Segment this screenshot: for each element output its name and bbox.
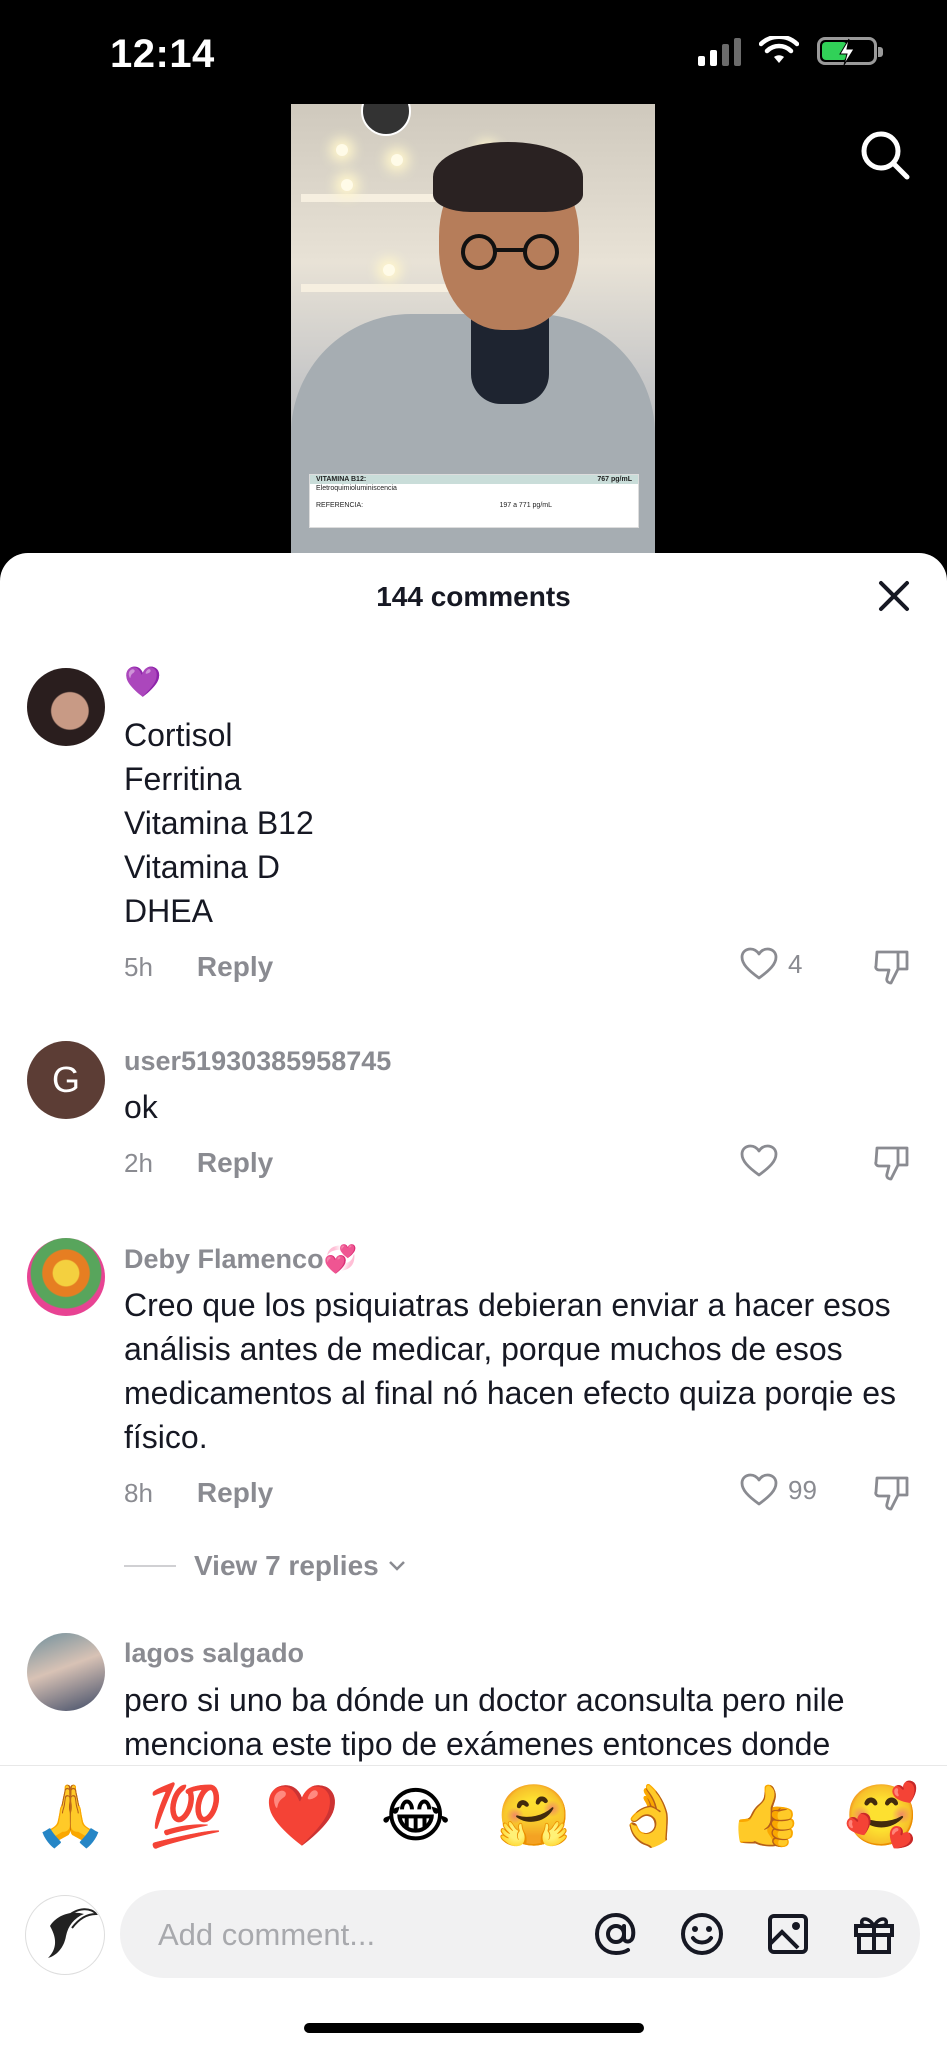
emoji-laugh[interactable]: 😂 (381, 1781, 451, 1851)
emoji-icon[interactable] (678, 1910, 726, 1958)
commenter-avatar[interactable] (27, 668, 105, 746)
comment-input-row (0, 1873, 947, 1993)
chevron-down-icon (388, 1561, 405, 1571)
reply-button[interactable]: Reply (197, 1477, 273, 1509)
comment-text: Creo que los psiquiatras debieran enviar… (124, 1287, 897, 1455)
comments-count-title: 144 comments (376, 581, 571, 612)
commenter-avatar[interactable]: G (27, 1041, 105, 1119)
emoji-pray[interactable]: 🙏 (33, 1781, 108, 1851)
comment-emoji-badge: 💜 (124, 666, 162, 699)
wifi-icon (759, 36, 799, 63)
video-player[interactable]: VITAMINA B12: 767 pg/mL Eletroquimiolumin… (291, 104, 655, 556)
dislike-icon[interactable] (872, 1143, 912, 1183)
my-avatar (25, 1895, 105, 1975)
like-count: 99 (788, 1474, 817, 1505)
comment-time: 8h (124, 1477, 153, 1508)
emoji-thumbs-up[interactable]: 👍 (728, 1781, 803, 1851)
search-icon[interactable] (858, 128, 912, 182)
like-count: 4 (788, 948, 803, 979)
mention-icon[interactable] (592, 1910, 640, 1958)
battery-icon (817, 37, 883, 66)
dislike-icon[interactable] (872, 947, 912, 987)
view-replies-label: View 7 replies (194, 1550, 379, 1581)
comment-username[interactable]: lagos salgado (124, 1638, 304, 1669)
paper-ref-label: REFERENCIA: (316, 502, 364, 509)
emoji-heart[interactable]: ❤️ (265, 1781, 340, 1851)
emoji-smiling-hearts[interactable]: 🥰 (844, 1781, 919, 1851)
divider-line (124, 1565, 176, 1567)
reply-button[interactable]: Reply (197, 1147, 273, 1179)
status-icons (698, 36, 883, 66)
status-time: 12:14 (110, 32, 215, 76)
reply-button[interactable]: Reply (197, 951, 273, 983)
paper-value: 767 pg/mL (597, 476, 632, 483)
emoji-hug[interactable]: 🤗 (496, 1781, 571, 1851)
heart-icon (740, 1473, 778, 1506)
comment-input[interactable] (156, 1890, 580, 1980)
emoji-hundred[interactable]: 💯 (149, 1781, 224, 1851)
heart-icon (740, 947, 778, 980)
like-button[interactable]: 99 (740, 1473, 817, 1507)
comments-sheet: 144 comments 💜 Cortisol Ferritina Vitami… (0, 553, 947, 2048)
heart-icon (740, 1144, 778, 1177)
dislike-icon[interactable] (872, 1473, 912, 1513)
comment-text: pero si uno ba dónde un doctor aconsulta… (124, 1682, 845, 1762)
gift-icon[interactable] (850, 1910, 898, 1958)
comment-text: Cortisol Ferritina Vitamina B12 Vitamina… (124, 717, 314, 929)
home-indicator[interactable] (304, 2023, 644, 2033)
comment-username[interactable]: Deby Flamenco💞 (124, 1243, 357, 1275)
paper-ref-value: 197 a 771 pg/mL (499, 502, 552, 509)
close-icon[interactable] (875, 577, 913, 615)
comment-time: 2h (124, 1147, 153, 1178)
image-icon[interactable] (764, 1910, 812, 1958)
comment-username[interactable]: user51930385958745 (124, 1046, 391, 1077)
creator-avatar (361, 104, 411, 136)
like-button[interactable] (740, 1144, 788, 1178)
paper-label: VITAMINA B12: (316, 476, 367, 483)
commenter-avatar[interactable] (27, 1238, 105, 1316)
like-button[interactable]: 4 (740, 947, 802, 981)
comment-text: ok (124, 1089, 158, 1125)
comment-time: 5h (124, 951, 153, 982)
lab-result-paper: VITAMINA B12: 767 pg/mL Eletroquimiolumin… (309, 474, 639, 528)
comment-input-box[interactable] (120, 1890, 920, 1980)
paper-method: Eletroquimioluminiscencia (316, 485, 397, 492)
quick-emoji-bar: 🙏 💯 ❤️ 😂 🤗 👌 👍 🥰 (0, 1765, 947, 1865)
view-replies-button[interactable]: View 7 replies (124, 1550, 407, 1582)
cellular-signal-icon (698, 36, 741, 66)
emoji-ok-hand[interactable]: 👌 (612, 1781, 687, 1851)
commenter-avatar[interactable] (27, 1633, 105, 1711)
